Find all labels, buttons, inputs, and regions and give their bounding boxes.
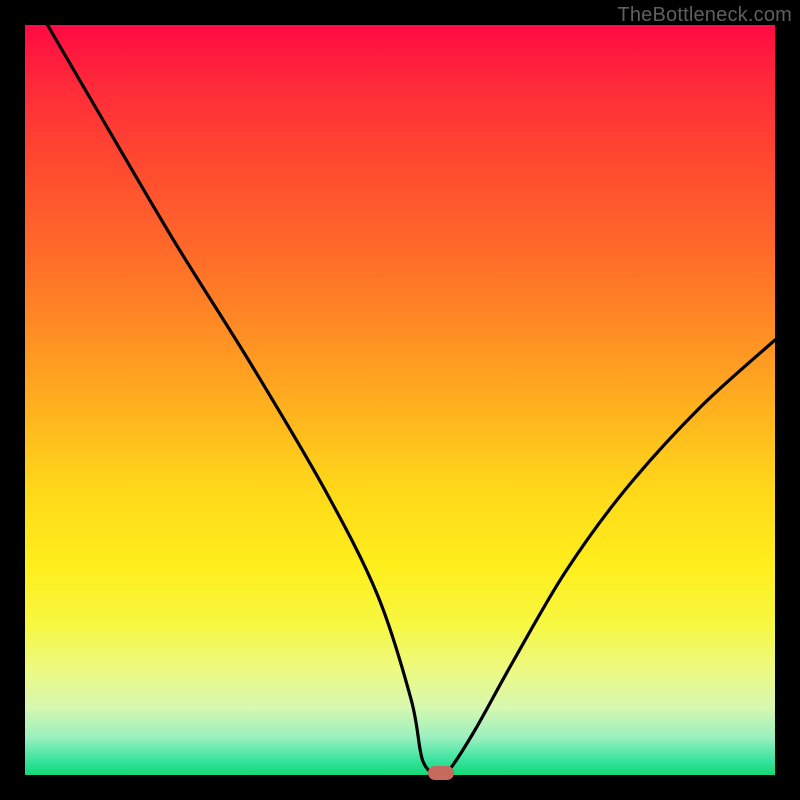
bottleneck-curve <box>25 25 775 775</box>
chart-stage: TheBottleneck.com <box>0 0 800 800</box>
optimum-marker <box>428 766 454 780</box>
watermark-text: TheBottleneck.com <box>617 4 792 27</box>
plot-area <box>25 25 775 775</box>
